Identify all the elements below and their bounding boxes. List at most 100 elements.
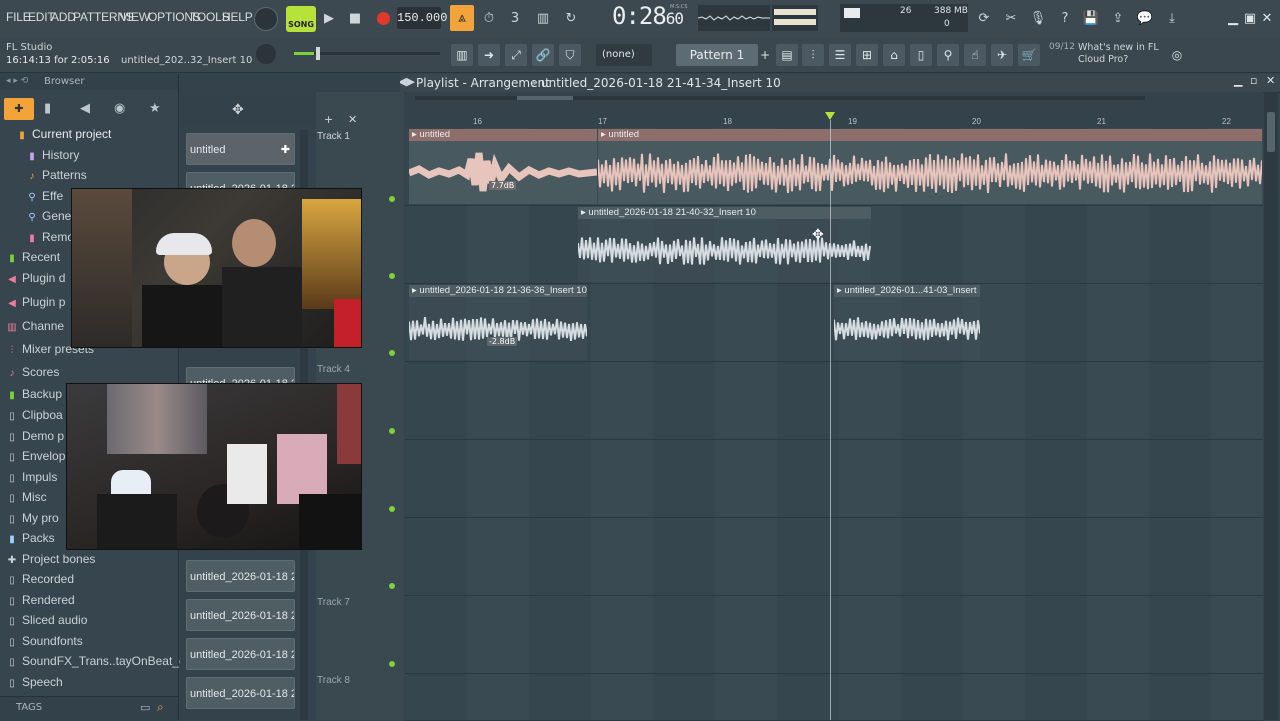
export-icon[interactable]: ⇪: [1107, 7, 1129, 29]
clip-source-item[interactable]: untitled_2026-01-18 21-...: [186, 560, 295, 592]
play-icon[interactable]: ▶: [318, 7, 340, 29]
browser-item[interactable]: ▯ Sliced audio: [6, 613, 87, 627]
browser-item[interactable]: ⚲ Effe: [26, 189, 63, 203]
track-mute-led[interactable]: [389, 196, 395, 202]
playlist-minimize-icon[interactable]: ▁: [1234, 74, 1242, 87]
playlist-view-icon[interactable]: ▤: [776, 44, 798, 66]
playlist-maximize-icon[interactable]: ▫: [1250, 74, 1257, 87]
audio-clip[interactable]: ▸ untitled: [597, 129, 1263, 204]
menu-view[interactable]: VIEW: [120, 10, 150, 24]
clip-source-item[interactable]: untitled ✚: [186, 133, 295, 165]
browser-item[interactable]: ▯ SoundFX_Trans..tayOnBeat_com: [6, 654, 201, 668]
browser-item[interactable]: ▮ Packs: [6, 531, 54, 545]
move-icon[interactable]: ✥: [232, 102, 244, 118]
browser-item[interactable]: ♪ Scores: [6, 365, 60, 379]
browser-favorites-icon[interactable]: ★: [149, 101, 161, 116]
audio-clip[interactable]: ▸ untitled 7.7dB: [407, 129, 598, 204]
browser-cloud-icon[interactable]: ◉: [114, 101, 125, 116]
playlist-close-icon[interactable]: ✕: [1266, 74, 1275, 87]
step-edit-icon[interactable]: ▥: [532, 7, 554, 29]
browser-item[interactable]: ▯ Envelop: [6, 449, 65, 463]
track-lane[interactable]: [405, 362, 1263, 440]
browser-all-icon[interactable]: ✚: [4, 98, 34, 120]
help-icon[interactable]: ?: [1054, 7, 1076, 29]
add-pattern-icon[interactable]: +: [760, 44, 770, 66]
track-mute-led[interactable]: [389, 273, 395, 279]
browser-item[interactable]: ▮ Remo: [26, 230, 74, 244]
track-lane[interactable]: [405, 518, 1263, 596]
audio-clip[interactable]: ▸ untitled_2026-01-18 21-40-32_Insert 10: [577, 207, 871, 282]
timeline-ruler[interactable]: [405, 92, 1263, 128]
microphone-icon[interactable]: 🎙: [1027, 7, 1049, 29]
tempo-display[interactable]: 150.000: [397, 7, 447, 29]
browser-item[interactable]: ▥ Channe: [6, 319, 64, 333]
project-icon[interactable]: ▯: [910, 44, 932, 66]
browser-files-icon[interactable]: ▮: [44, 101, 51, 116]
save-icon[interactable]: 💾: [1080, 7, 1102, 29]
refresh-icon[interactable]: ⟳: [973, 7, 995, 29]
track-lane[interactable]: [405, 674, 1263, 721]
audio-clip[interactable]: ▸ untitled_2026-01...41-03_Insert 10: [833, 285, 981, 360]
clip-source-item[interactable]: untitled_2026-01-18 21-...: [186, 599, 295, 631]
link-icon[interactable]: 🔗: [532, 44, 554, 66]
cart-icon[interactable]: 🛒: [1018, 44, 1040, 66]
track-name[interactable]: Track 4: [317, 364, 350, 375]
folder-icon[interactable]: ▭: [140, 701, 150, 714]
track-mute-led[interactable]: [389, 506, 395, 512]
search-icon[interactable]: ⌕: [157, 700, 164, 715]
browser-item[interactable]: ✚ Project bones: [6, 552, 96, 566]
browser-item[interactable]: ▮ Backup: [6, 387, 62, 401]
browser-item[interactable]: ▮ Recent: [6, 250, 60, 264]
clip-source-item[interactable]: untitled_2026-01-18 21-...: [186, 638, 295, 670]
countdown-icon[interactable]: 3: [504, 7, 526, 29]
browser-plugins-icon[interactable]: ◀: [80, 101, 90, 116]
download-icon[interactable]: ⤓: [1161, 7, 1183, 29]
snap-select[interactable]: (none): [596, 44, 652, 66]
news-link[interactable]: What's new in FL Cloud Pro?: [1078, 42, 1168, 66]
chat-icon[interactable]: 💬: [1134, 7, 1156, 29]
mixer-icon[interactable]: ⫶: [802, 44, 824, 66]
browser-item[interactable]: ▯ Speech: [6, 675, 62, 689]
track-name[interactable]: Track 7: [317, 597, 350, 608]
track-mute-led[interactable]: [389, 350, 395, 356]
browser-item[interactable]: ▯ My pro: [6, 511, 58, 525]
browser-item[interactable]: ▮ History: [26, 148, 79, 162]
browser-view-icon[interactable]: ⌂: [883, 44, 905, 66]
track-lane[interactable]: [405, 596, 1263, 674]
track-name[interactable]: Track 8: [317, 675, 350, 686]
browser-item[interactable]: ▯ Rendered: [6, 593, 74, 607]
clip-source-item[interactable]: untitled_2026-01-18 21-...: [186, 677, 295, 709]
metronome-icon[interactable]: ⩓: [450, 5, 474, 31]
pattern-select[interactable]: Pattern 1: [676, 44, 758, 66]
record-icon[interactable]: [372, 7, 394, 29]
audio-clip[interactable]: ▸ untitled_2026-01-18 21-36-36_Insert 10…: [408, 285, 588, 360]
stamp-icon[interactable]: ⛉: [559, 44, 581, 66]
stop-icon[interactable]: ■: [344, 7, 366, 29]
channel-rack-icon[interactable]: ☰: [829, 44, 851, 66]
master-pitch-slider[interactable]: [294, 47, 440, 60]
track-mute-led[interactable]: [389, 428, 395, 434]
scissors-icon[interactable]: ✂: [1000, 7, 1022, 29]
mixer-view-icon[interactable]: ⊞: [856, 44, 878, 66]
browser-item[interactable]: ◀ Plugin p: [6, 295, 65, 309]
master-volume-knob[interactable]: [254, 7, 278, 31]
playhead-marker[interactable]: [825, 112, 835, 120]
song-mode-button[interactable]: SONG: [286, 6, 316, 32]
browser-item[interactable]: ◀ Plugin d: [6, 271, 65, 285]
track-mute-led[interactable]: [389, 661, 395, 667]
browser-item[interactable]: ⚲ Gene: [26, 209, 71, 223]
pitch-knob[interactable]: [256, 44, 276, 64]
globe-icon[interactable]: ◎: [1166, 44, 1188, 66]
browser-item[interactable]: ▯ Clipboa: [6, 408, 62, 422]
browser-item[interactable]: ▯ Recorded: [6, 572, 74, 586]
browser-item[interactable]: ▯ Impuls: [6, 470, 57, 484]
arrangement-icon[interactable]: ◀▶: [398, 75, 415, 88]
track-lane[interactable]: [405, 440, 1263, 518]
browser-item[interactable]: ▯ Soundfonts: [6, 634, 82, 648]
menu-file[interactable]: FILE: [6, 10, 31, 24]
browser-item[interactable]: ▯ Demo p: [6, 429, 64, 443]
track-name[interactable]: Track 1: [317, 131, 350, 142]
loop-record-icon[interactable]: ↻: [560, 7, 582, 29]
touch-icon[interactable]: ☝: [964, 44, 986, 66]
fx-icon[interactable]: ✈: [991, 44, 1013, 66]
